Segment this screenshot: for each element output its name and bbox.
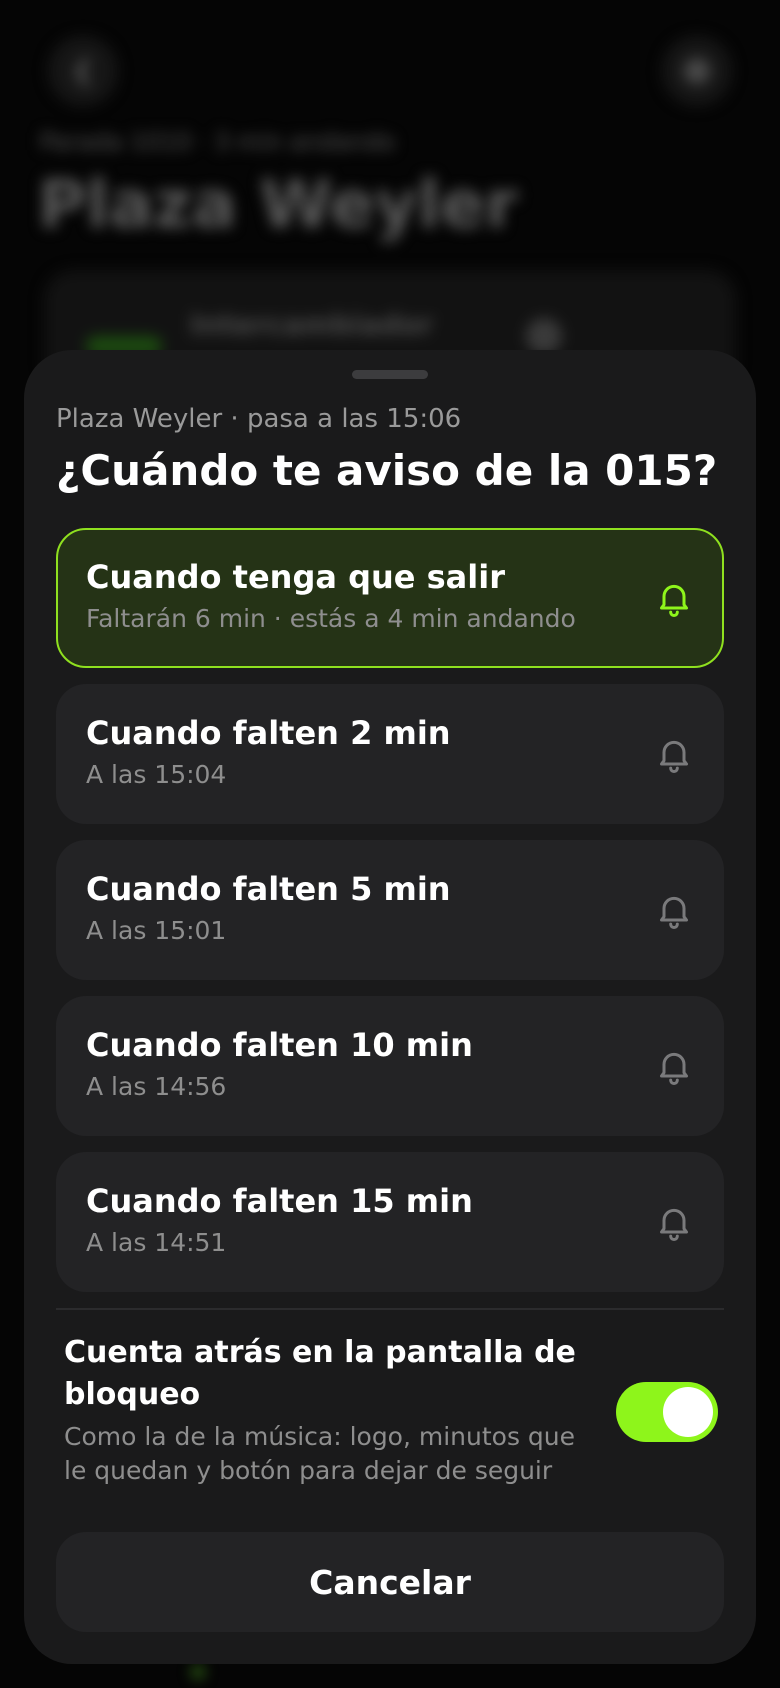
option-subtitle: A las 14:51 <box>86 1228 227 1257</box>
bell-icon <box>660 1208 688 1241</box>
option-title: Cuando falten 5 min <box>86 870 451 908</box>
alert-option[interactable]: Cuando falten 15 min A las 14:51 <box>56 1152 724 1292</box>
alert-option[interactable]: Cuando falten 10 min A las 14:56 <box>56 996 724 1136</box>
more-button[interactable] <box>662 36 732 106</box>
alert-option[interactable]: Cuando falten 2 min A las 15:04 <box>56 684 724 824</box>
screen: ❮ Parada 1010 · 3 min andando Plaza Weyl… <box>0 0 780 1688</box>
bus-icon <box>526 318 562 354</box>
divider <box>56 1308 724 1310</box>
lockscreen-description: Como la de la música: logo, minutos que … <box>64 1422 576 1485</box>
bell-icon <box>660 740 688 773</box>
line-card-label: Intercambiador <box>190 308 433 341</box>
chevron-left-icon: ❮ <box>72 56 94 86</box>
lockscreen-title: Cuenta atrás en la pantalla de bloqueo <box>64 1335 576 1412</box>
live-dot-icon <box>192 1666 204 1678</box>
option-title: Cuando falten 10 min <box>86 1026 473 1064</box>
sheet-subtitle: Plaza Weyler · pasa a las 15:06 <box>56 404 462 434</box>
more-icon <box>684 58 710 84</box>
stop-subtitle: Parada 1010 · 3 min andando <box>40 128 395 156</box>
alert-option[interactable]: Cuando tenga que salir Faltarán 6 min · … <box>56 528 724 668</box>
option-title: Cuando tenga que salir <box>86 558 505 596</box>
lockscreen-toggle[interactable] <box>616 1382 718 1442</box>
sheet-handle[interactable] <box>352 370 428 379</box>
bell-icon <box>660 1052 688 1085</box>
toggle-knob <box>663 1387 713 1437</box>
option-subtitle: A las 14:56 <box>86 1072 227 1101</box>
alert-options: Cuando tenga que salir Faltarán 6 min · … <box>56 528 724 1308</box>
cancel-button[interactable]: Cancelar <box>56 1532 724 1632</box>
bell-icon <box>660 584 688 617</box>
option-subtitle: A las 15:04 <box>86 760 227 789</box>
bell-icon <box>660 896 688 929</box>
option-subtitle: A las 15:01 <box>86 916 227 945</box>
alert-option[interactable]: Cuando falten 5 min A las 15:01 <box>56 840 724 980</box>
option-title: Cuando falten 2 min <box>86 714 451 752</box>
option-title: Cuando falten 15 min <box>86 1182 473 1220</box>
alert-sheet: Plaza Weyler · pasa a las 15:06 ¿Cuándo … <box>24 350 756 1664</box>
back-button[interactable]: ❮ <box>48 36 118 106</box>
option-subtitle: Faltarán 6 min · estás a 4 min andando <box>86 604 576 633</box>
sheet-title: ¿Cuándo te aviso de la 015? <box>56 446 718 495</box>
stop-title: Plaza Weyler <box>38 166 518 243</box>
